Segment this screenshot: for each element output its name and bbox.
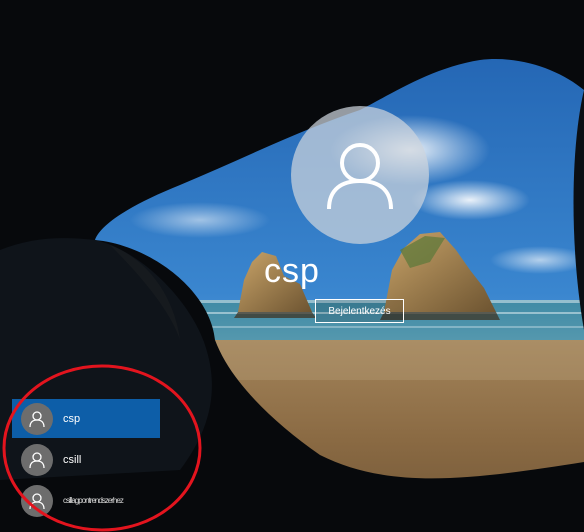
user-item-label: csillagpontrendszerhez xyxy=(63,496,124,505)
person-icon xyxy=(29,410,45,427)
person-icon xyxy=(29,492,45,509)
selected-username: csp xyxy=(264,252,320,290)
user-item-label: csill xyxy=(63,453,82,466)
user-item-label: csp xyxy=(63,412,81,425)
user-item-csill[interactable]: csill xyxy=(12,440,160,479)
person-icon xyxy=(327,143,393,210)
user-avatar xyxy=(21,484,53,517)
user-switch-list: csp csill csillagpontrendszerhez xyxy=(12,399,160,522)
person-icon xyxy=(29,451,45,468)
user-avatar xyxy=(21,402,53,435)
user-avatar xyxy=(21,443,53,476)
sign-in-button[interactable]: Bejelentkezés xyxy=(315,299,404,323)
user-item-csp[interactable]: csp xyxy=(12,399,160,438)
user-item-third[interactable]: csillagpontrendszerhez xyxy=(12,481,160,520)
large-avatar xyxy=(291,106,429,244)
